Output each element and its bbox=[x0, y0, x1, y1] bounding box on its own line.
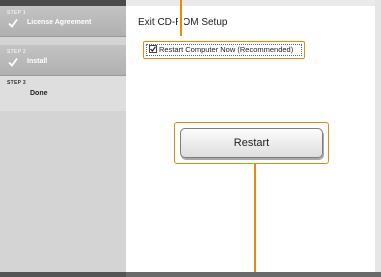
checkmark-icon bbox=[150, 46, 156, 52]
callout-line-bottom bbox=[254, 164, 256, 277]
step-label: Install bbox=[27, 58, 48, 65]
step-license-agreement: STEP 1 License Agreement bbox=[0, 6, 126, 37]
window-right-edge bbox=[375, 0, 381, 277]
content-top-bar bbox=[126, 0, 381, 6]
step-label: License Agreement bbox=[27, 19, 92, 26]
restart-checkbox-label[interactable]: Restart Computer Now (Recommended) bbox=[159, 45, 293, 54]
step-number: STEP 2 bbox=[7, 49, 26, 55]
restart-button[interactable]: Restart bbox=[180, 128, 323, 158]
step-label: Done bbox=[30, 90, 48, 97]
check-icon bbox=[8, 18, 18, 28]
callout-line-top bbox=[180, 0, 182, 36]
check-icon bbox=[8, 57, 18, 67]
step-done: STEP 3 Done bbox=[0, 76, 126, 111]
restart-checkbox[interactable] bbox=[149, 45, 157, 53]
content-bottom-bar bbox=[126, 272, 381, 277]
step-number: STEP 3 bbox=[7, 80, 26, 86]
step-number: STEP 1 bbox=[7, 10, 26, 16]
step-install: STEP 2 Install bbox=[0, 45, 126, 76]
sidebar-bottom-strip bbox=[0, 272, 126, 277]
wizard-sidebar: STEP 1 License Agreement STEP 2 Install … bbox=[0, 0, 126, 277]
